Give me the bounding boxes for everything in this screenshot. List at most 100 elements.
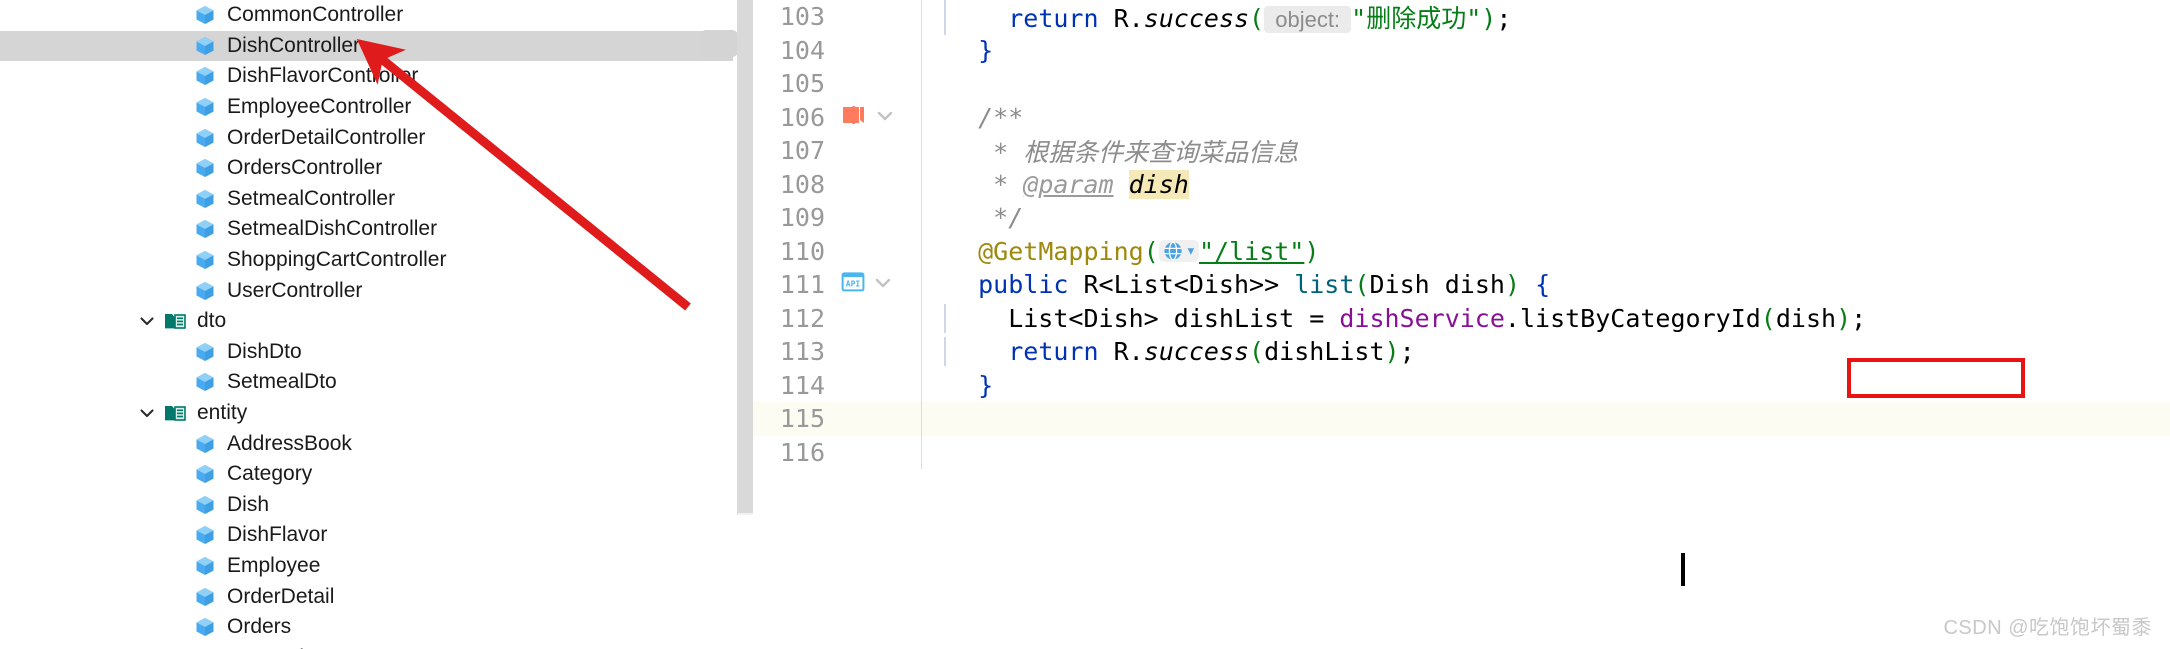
line-number: 109	[779, 203, 825, 233]
tree-scroll-tab[interactable]	[700, 30, 738, 57]
code-fold-chevron-icon[interactable]	[871, 270, 895, 299]
tree-item-label: entity	[197, 401, 248, 425]
tree-item-setmealdishcontroller[interactable]: SetmealDishController	[0, 214, 753, 245]
code-token: )	[1304, 236, 1320, 266]
code-token: )	[1504, 270, 1521, 300]
chevron-down-icon[interactable]	[134, 312, 160, 330]
tree-item-label: Employee	[227, 553, 321, 577]
tree-item-dish[interactable]: Dish	[0, 490, 753, 521]
code-fold-chevron-icon[interactable]	[873, 103, 897, 132]
javadoc-book-icon[interactable]	[841, 103, 867, 132]
code-editor[interactable]: 103 return R.success( object: "删除成功"); 10…	[753, 0, 2170, 649]
line-number: 107	[779, 136, 825, 166]
tree-item-dishflavor[interactable]: DishFlavor	[0, 520, 753, 551]
tree-item-entity[interactable]: entity	[0, 398, 753, 429]
code-token: 根据条件来查询菜品信息	[1023, 137, 1299, 167]
globe-url-icon[interactable]: ▾	[1158, 239, 1199, 262]
tree-item-setmealdto[interactable]: SetmealDto	[0, 367, 753, 398]
code-line-112[interactable]: 112 List<Dish> dishList = dishService.li…	[753, 301, 2170, 335]
api-endpoint-icon[interactable]: API	[841, 270, 865, 299]
code-line-107[interactable]: 107 * 根据条件来查询菜品信息	[753, 134, 2170, 168]
code-text[interactable]: */	[922, 203, 1023, 232]
class-icon	[190, 65, 220, 87]
code-text[interactable]: @GetMapping(▾ "/list")	[922, 237, 1319, 266]
code-line-105[interactable]: 105	[753, 67, 2170, 101]
code-token: success	[1143, 3, 1250, 33]
tree-item-addressbook[interactable]: AddressBook	[0, 428, 753, 459]
code-text[interactable]: /**	[922, 103, 1023, 132]
code-text[interactable]: return R.success(dishList);	[922, 337, 1415, 367]
tree-item-orderdetail[interactable]: OrderDetail	[0, 581, 753, 612]
chevron-down-icon[interactable]	[134, 404, 160, 422]
tree-item-employee[interactable]: Employee	[0, 551, 753, 582]
code-line-113[interactable]: 113 return R.success(dishList);	[753, 335, 2170, 369]
code-text[interactable]: public R<List<Dish>> list(Dish dish) {	[922, 270, 1550, 299]
code-text[interactable]: List<Dish> dishList = dishService.listBy…	[922, 303, 1866, 333]
tree-item-orderscontroller[interactable]: OrdersController	[0, 153, 753, 184]
code-line-108[interactable]: 108 * @param dish	[753, 167, 2170, 201]
code-token: )	[1384, 337, 1400, 367]
code-token: @param	[1023, 169, 1114, 199]
code-line-116[interactable]: 116	[753, 435, 2170, 469]
tree-item-label: SetmealDto	[227, 370, 337, 394]
class-icon	[190, 433, 220, 455]
code-line-115[interactable]: 115	[753, 402, 2170, 436]
class-icon	[190, 280, 220, 302]
tree-item-dto[interactable]: dto	[0, 306, 753, 337]
tree-scrollbar-thumb[interactable]	[737, 0, 753, 513]
tree-item-category[interactable]: Category	[0, 459, 753, 490]
code-token: dish	[1128, 169, 1189, 199]
code-line-104[interactable]: 104 }	[753, 33, 2170, 67]
project-tree[interactable]: CommonController DishController DishFlavor…	[0, 0, 753, 649]
project-tool-window[interactable]: CommonController DishController DishFlavor…	[0, 0, 753, 649]
code-lines[interactable]: 103 return R.success( object: "删除成功"); 10…	[753, 0, 2170, 469]
code-token: /**	[978, 102, 1024, 132]
code-text[interactable]: * 根据条件来查询菜品信息	[922, 133, 1298, 169]
code-token: (	[1143, 236, 1159, 266]
code-token: *	[948, 169, 1024, 199]
code-token: "/list"	[1199, 236, 1305, 266]
tree-item-dishcontroller[interactable]: DishController	[0, 30, 733, 62]
code-line-106[interactable]: 106 /**	[753, 100, 2170, 134]
code-line-109[interactable]: 109 */	[753, 201, 2170, 235]
code-token: Dish	[1369, 270, 1430, 300]
code-token: R.	[1113, 3, 1144, 33]
class-icon	[190, 96, 220, 118]
package-folder-icon	[160, 311, 190, 331]
code-line-114[interactable]: 114 }	[753, 368, 2170, 402]
tree-item-dishflavorcontroller[interactable]: DishFlavorController	[0, 61, 753, 92]
tree-item-usercontroller[interactable]: UserController	[0, 275, 753, 306]
gutter-icons[interactable]	[829, 103, 921, 132]
code-line-111[interactable]: 111 API public R<List<Dish>> list(Dish di…	[753, 268, 2170, 302]
code-token: dishService	[1339, 303, 1505, 333]
class-icon	[190, 4, 220, 26]
code-token: R<List<Dish>>	[1083, 270, 1295, 300]
code-line-103[interactable]: 103 return R.success( object: "删除成功");	[753, 0, 2170, 35]
gutter-icons[interactable]: API	[829, 270, 921, 299]
code-text[interactable]: }	[922, 371, 993, 400]
tree-item-label: ShoppingCartController	[227, 248, 447, 272]
code-text[interactable]: }	[922, 36, 993, 65]
tree-item-orderdetailcontroller[interactable]: OrderDetailController	[0, 122, 753, 153]
svg-text:API: API	[846, 280, 861, 289]
code-token: }	[978, 35, 994, 65]
code-text[interactable]: return R.success( object: "删除成功");	[922, 0, 1511, 35]
tree-item-shoppingcartcontroller[interactable]: ShoppingCartController	[0, 245, 753, 276]
code-line-110[interactable]: 110 @GetMapping(▾ "/list")	[753, 234, 2170, 268]
tree-item-commoncontroller[interactable]: CommonController	[0, 0, 753, 31]
code-token: return	[1008, 337, 1114, 367]
line-number: 105	[779, 69, 825, 99]
code-text[interactable]: * @param dish	[922, 169, 1189, 199]
tree-item-setmeal[interactable]: Setmeal	[0, 642, 753, 649]
tree-item-orders[interactable]: Orders	[0, 612, 753, 643]
tree-item-employeecontroller[interactable]: EmployeeController	[0, 92, 753, 123]
tree-item-dishdto[interactable]: DishDto	[0, 337, 753, 368]
code-token: "删除成功"	[1351, 3, 1482, 33]
tree-item-setmealcontroller[interactable]: SetmealController	[0, 184, 753, 215]
tree-item-label: EmployeeController	[227, 95, 412, 119]
line-number: 114	[779, 370, 825, 400]
code-token: }	[978, 370, 994, 400]
